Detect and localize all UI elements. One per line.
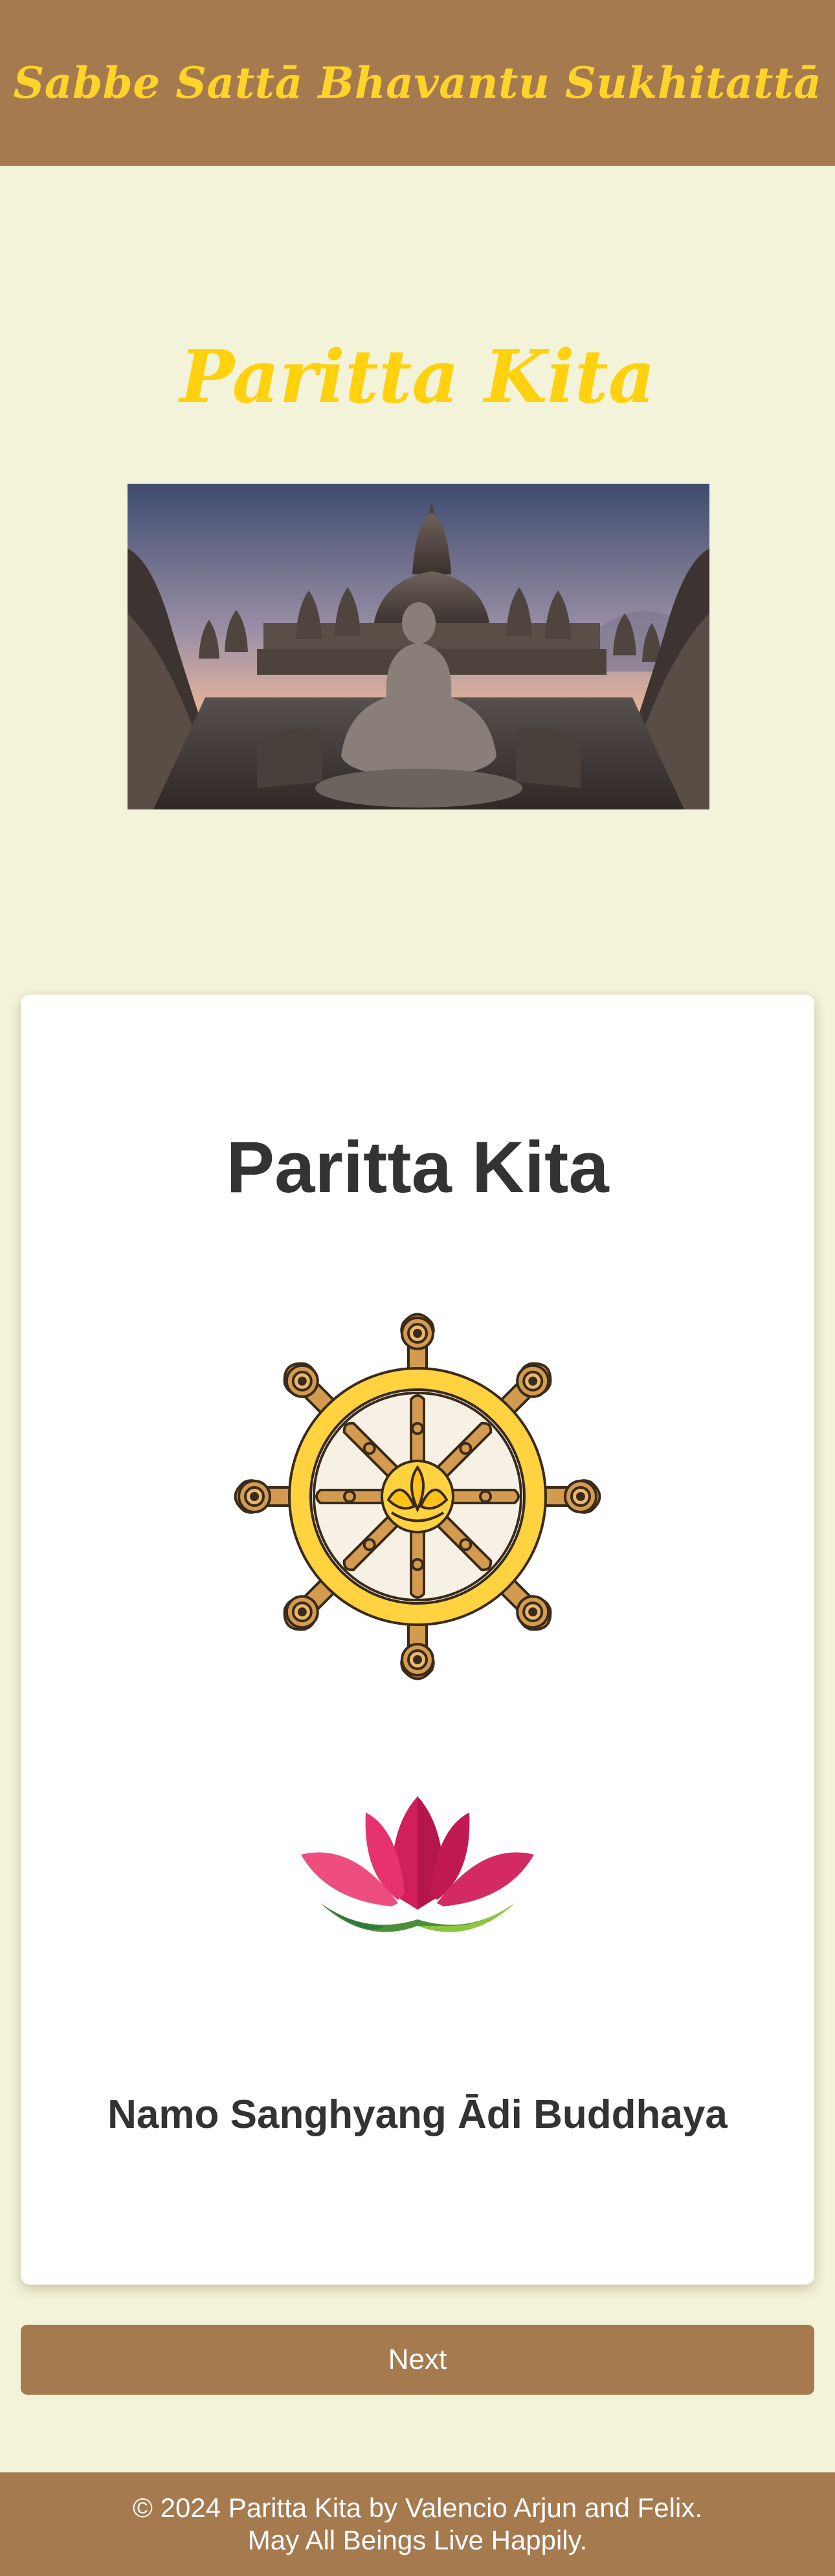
hero-title: Paritta Kita (179, 335, 656, 420)
card-title: Paritta Kita (226, 1127, 609, 1208)
lotus-icon (301, 1796, 534, 1941)
top-banner: Sabbe Sattā Bhavantu Sukhitattā (0, 0, 835, 166)
next-button[interactable]: Next (21, 2325, 814, 2395)
footer: © 2024 Paritta Kita by Valencio Arjun an… (0, 2472, 835, 2576)
footer-copyright: © 2024 Paritta Kita by Valencio Arjun an… (133, 2492, 702, 2523)
banner-text: Sabbe Sattā Bhavantu Sukhitattā (13, 58, 822, 108)
card-motto: Namo Sanghyang Ādi Buddhaya (107, 2092, 728, 2137)
dharma-wheel-icon (227, 1305, 608, 1688)
hero-image (128, 484, 709, 809)
footer-blessing: May All Beings Live Happily. (247, 2525, 588, 2555)
intro-card: Paritta Kita Namo Sanghyang Ādi Buddhaya (21, 995, 814, 2285)
